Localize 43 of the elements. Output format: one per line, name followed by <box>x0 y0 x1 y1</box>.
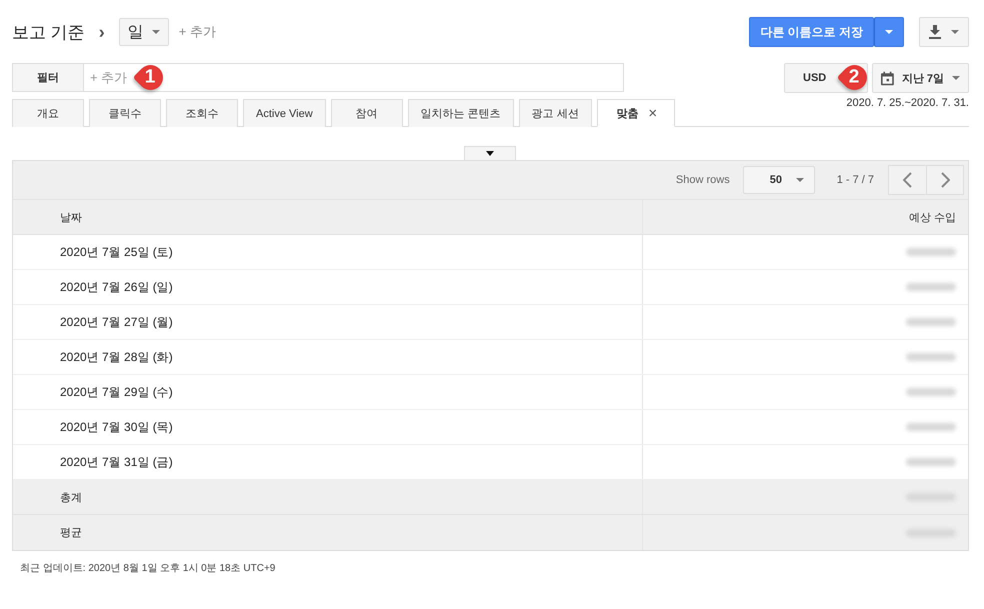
table-cell: 2020년 7월 30일 (목) <box>13 410 643 444</box>
filter-label: 필터 <box>12 63 84 92</box>
rows-per-page-dropdown[interactable]: 50 <box>742 166 815 194</box>
dimension-dropdown[interactable]: 일 <box>118 18 169 46</box>
caret-icon <box>885 30 893 34</box>
show-rows-label: Show rows <box>676 174 730 186</box>
table-cell: 2020년 7월 31일 (금) <box>13 445 643 479</box>
report-tab[interactable]: 조회수 <box>166 99 238 127</box>
date-range-dropdown[interactable]: 지난 7일 <box>872 63 969 93</box>
report-tab[interactable]: 참여 <box>330 99 403 127</box>
last-updated-text: 최근 업데이트: 2020년 8월 1일 오후 1시 0분 18초 UTC+9 <box>20 562 276 575</box>
report-tab[interactable]: 광고 세션 <box>518 99 592 127</box>
caret-icon <box>152 30 160 34</box>
chevron-right-icon <box>940 172 950 188</box>
table-cell: 2020년 7월 25일 (토) <box>13 235 643 269</box>
summary-label: 평균 <box>13 515 643 550</box>
download-icon <box>929 25 941 39</box>
table-cell: 2020년 7월 28일 (화) <box>13 340 643 374</box>
download-button[interactable] <box>919 17 969 47</box>
caret-icon <box>951 30 959 34</box>
date-range-text: 2020. 7. 25.~2020. 7. 31. <box>846 97 969 109</box>
chevron-icon: › <box>98 22 105 42</box>
add-link[interactable]: + 추가 <box>178 23 216 41</box>
table-cell: 2020년 7월 27일 (월) <box>13 305 643 339</box>
report-tab[interactable]: 개요 <box>12 99 84 127</box>
calendar-icon <box>881 70 894 86</box>
report-tab[interactable]: Active View <box>243 99 326 127</box>
table-cell: 2020년 7월 26일 (일) <box>13 270 643 304</box>
caret-icon <box>796 178 804 182</box>
save-menu-button[interactable] <box>874 17 904 47</box>
collapse-toggle[interactable] <box>464 146 516 160</box>
chevron-left-icon <box>903 172 912 188</box>
summary-label: 총계 <box>13 480 643 514</box>
column-header[interactable]: 날짜 <box>13 200 643 234</box>
page-range: 1 - 7 / 7 <box>836 174 874 186</box>
table-cell: 2020년 7월 29일 (수) <box>13 375 643 409</box>
report-title: 보고 기준 <box>12 22 85 44</box>
report-tab[interactable]: 맞춤 × <box>596 99 675 127</box>
report-tab[interactable]: 클릭수 <box>89 99 161 127</box>
close-icon[interactable]: × <box>648 104 658 122</box>
column-header[interactable]: 예상 수입 <box>643 200 968 234</box>
caret-icon <box>952 76 960 80</box>
report-tab[interactable]: 일치하는 콘텐츠 <box>408 99 514 127</box>
